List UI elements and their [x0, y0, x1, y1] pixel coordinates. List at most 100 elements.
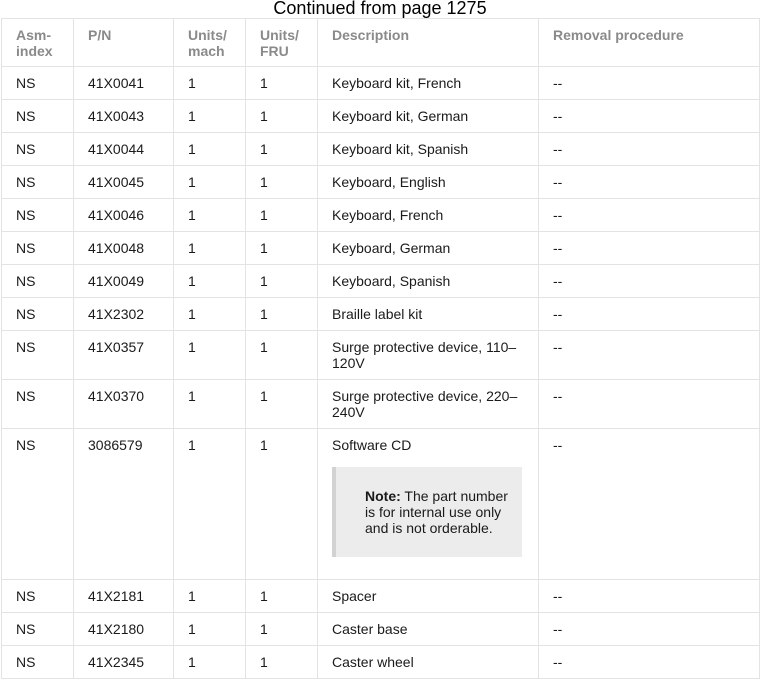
- part-number-cell: 41X2345: [73, 645, 174, 679]
- part-number-cell: 41X0041: [73, 66, 174, 100]
- units-fru-cell: 1: [245, 297, 318, 331]
- description-cell: Keyboard, French: [317, 198, 539, 232]
- part-number-cell: 41X0045: [73, 165, 174, 199]
- units-mach-cell: 1: [173, 132, 246, 166]
- table-row: NS 41X0043 1 1 Keyboard kit, German --: [1, 99, 760, 133]
- removal-procedure-cell: --: [538, 198, 760, 232]
- table-row: NS 41X0357 1 1 Surge protective device, …: [1, 330, 760, 380]
- header-label: Description: [332, 27, 410, 43]
- asm-index-cell: NS: [1, 198, 74, 232]
- units-fru-cell: 1: [245, 264, 318, 298]
- removal-procedure-cell: --: [538, 645, 760, 679]
- units-mach-cell: 1: [173, 66, 246, 100]
- asm-index-cell: NS: [1, 579, 74, 613]
- part-number-cell: 3086579: [73, 428, 174, 580]
- units-mach-cell: 1: [173, 330, 246, 380]
- table-row: NS 41X0049 1 1 Keyboard, Spanish --: [1, 264, 760, 298]
- part-number-cell: 41X0049: [73, 264, 174, 298]
- description-cell: Keyboard kit, German: [317, 99, 539, 133]
- header-label: Units/ mach: [188, 27, 227, 59]
- units-mach-cell: 1: [173, 645, 246, 679]
- units-mach-cell: 1: [173, 428, 246, 580]
- part-number-cell: 41X0044: [73, 132, 174, 166]
- part-number-cell: 41X0043: [73, 99, 174, 133]
- table-row: NS 41X0370 1 1 Surge protective device, …: [1, 379, 760, 429]
- column-header-pn: P/N: [73, 18, 174, 67]
- units-fru-cell: 1: [245, 330, 318, 380]
- removal-procedure-cell: --: [538, 165, 760, 199]
- asm-index-cell: NS: [1, 330, 74, 380]
- header-label: Removal procedure: [553, 27, 684, 43]
- asm-index-cell: NS: [1, 428, 74, 580]
- asm-index-cell: NS: [1, 165, 74, 199]
- units-fru-cell: 1: [245, 132, 318, 166]
- table-row: NS 41X0046 1 1 Keyboard, French --: [1, 198, 760, 232]
- table-row: NS 41X0044 1 1 Keyboard kit, Spanish --: [1, 132, 760, 166]
- description-cell: Surge protective device, 110–120V: [317, 330, 539, 380]
- units-mach-cell: 1: [173, 165, 246, 199]
- units-fru-cell: 1: [245, 165, 318, 199]
- removal-procedure-cell: --: [538, 66, 760, 100]
- removal-procedure-cell: --: [538, 99, 760, 133]
- part-number-cell: 41X0357: [73, 330, 174, 380]
- note-label: Note:: [365, 488, 401, 504]
- parts-table: Asm- index P/N Units/ mach Units/ FRU De…: [1, 18, 760, 679]
- units-mach-cell: 1: [173, 231, 246, 265]
- part-number-cell: 41X2180: [73, 612, 174, 646]
- units-mach-cell: 1: [173, 579, 246, 613]
- units-mach-cell: 1: [173, 264, 246, 298]
- asm-index-cell: NS: [1, 297, 74, 331]
- column-header-units-fru: Units/ FRU: [245, 18, 318, 67]
- units-fru-cell: 1: [245, 379, 318, 429]
- removal-procedure-cell: --: [538, 297, 760, 331]
- description-cell: Keyboard, Spanish: [317, 264, 539, 298]
- asm-index-cell: NS: [1, 231, 74, 265]
- asm-index-cell: NS: [1, 66, 74, 100]
- table-row: NS 41X0045 1 1 Keyboard, English --: [1, 165, 760, 199]
- units-fru-cell: 1: [245, 579, 318, 613]
- description-cell: Surge protective device, 220–240V: [317, 379, 539, 429]
- table-row: NS 41X2345 1 1 Caster wheel --: [1, 645, 760, 679]
- table-header-row: Asm- index P/N Units/ mach Units/ FRU De…: [1, 18, 760, 67]
- asm-index-cell: NS: [1, 264, 74, 298]
- description-cell: Keyboard, English: [317, 165, 539, 199]
- description-cell: Caster base: [317, 612, 539, 646]
- asm-index-cell: NS: [1, 99, 74, 133]
- removal-procedure-cell: --: [538, 132, 760, 166]
- column-header-asm-index: Asm- index: [1, 18, 74, 67]
- removal-procedure-cell: --: [538, 264, 760, 298]
- table-row: NS 41X2180 1 1 Caster base --: [1, 612, 760, 646]
- units-mach-cell: 1: [173, 612, 246, 646]
- column-header-removal-procedure: Removal procedure: [538, 18, 760, 67]
- units-mach-cell: 1: [173, 297, 246, 331]
- removal-procedure-cell: --: [538, 330, 760, 380]
- asm-index-cell: NS: [1, 379, 74, 429]
- units-fru-cell: 1: [245, 612, 318, 646]
- part-number-cell: 41X2181: [73, 579, 174, 613]
- description-cell: Spacer: [317, 579, 539, 613]
- table-body: NS 41X0041 1 1 Keyboard kit, French -- N…: [1, 66, 760, 679]
- note-box: Note: The part number is for internal us…: [332, 467, 522, 557]
- table-row: NS 41X2302 1 1 Braille label kit --: [1, 297, 760, 331]
- header-label: Units/ FRU: [260, 27, 299, 59]
- units-mach-cell: 1: [173, 198, 246, 232]
- units-mach-cell: 1: [173, 379, 246, 429]
- description-cell: Software CD Note: The part number is for…: [317, 428, 539, 580]
- part-number-cell: 41X2302: [73, 297, 174, 331]
- units-fru-cell: 1: [245, 231, 318, 265]
- units-mach-cell: 1: [173, 99, 246, 133]
- description-cell: Caster wheel: [317, 645, 539, 679]
- asm-index-cell: NS: [1, 645, 74, 679]
- header-label: Asm- index: [16, 27, 53, 59]
- removal-procedure-cell: --: [538, 612, 760, 646]
- table-row: NS 41X0048 1 1 Keyboard, German --: [1, 231, 760, 265]
- units-fru-cell: 1: [245, 66, 318, 100]
- table-row: NS 3086579 1 1 Software CD Note: The par…: [1, 428, 760, 580]
- description-cell: Keyboard, German: [317, 231, 539, 265]
- description-text: Software CD: [332, 437, 412, 453]
- description-cell: Keyboard kit, Spanish: [317, 132, 539, 166]
- part-number-cell: 41X0048: [73, 231, 174, 265]
- units-fru-cell: 1: [245, 198, 318, 232]
- units-fru-cell: 1: [245, 99, 318, 133]
- part-number-cell: 41X0370: [73, 379, 174, 429]
